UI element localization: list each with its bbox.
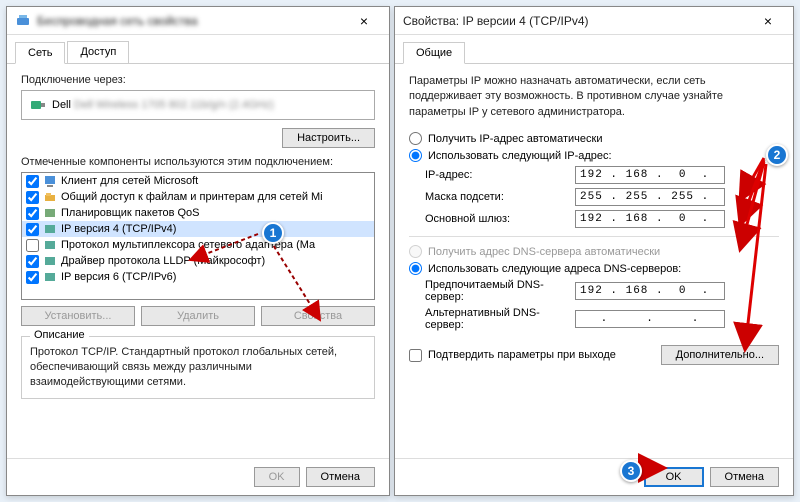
window-title-left: Беспроводная сеть свойства	[37, 14, 347, 28]
share-icon	[43, 190, 57, 204]
connect-through-label: Подключение через:	[21, 74, 375, 86]
component-checkbox[interactable]	[26, 175, 39, 188]
network-properties-window: Беспроводная сеть свойства × Сеть Доступ…	[6, 6, 390, 496]
client-icon	[43, 174, 57, 188]
components-list[interactable]: Клиент для сетей Microsoft Общий доступ …	[21, 172, 375, 300]
mask-label: Маска подсети:	[425, 191, 575, 203]
preferred-dns-field[interactable]	[575, 282, 725, 300]
protocol-icon	[43, 222, 57, 236]
network-adapter-icon	[15, 13, 31, 29]
description-legend: Описание	[30, 329, 89, 341]
install-button[interactable]: Установить...	[21, 306, 135, 326]
tab-access[interactable]: Доступ	[67, 41, 129, 63]
component-checkbox[interactable]	[26, 207, 39, 220]
dns1-label: Предпочитаемый DNS-сервер:	[425, 279, 575, 303]
close-button-right[interactable]: ×	[751, 13, 785, 29]
alternate-dns-field[interactable]	[575, 310, 725, 328]
confirm-on-exit-checkbox[interactable]	[409, 349, 422, 362]
titlebar-left: Беспроводная сеть свойства ×	[7, 7, 389, 35]
confirm-on-exit-label: Подтвердить параметры при выходе	[428, 349, 616, 361]
tabs-right: Общие	[395, 35, 793, 64]
titlebar-right: Свойства: IP версии 4 (TCP/IPv4) ×	[395, 7, 793, 35]
ip-label: IP-адрес:	[425, 169, 575, 181]
radio-auto-dns: Получить адрес DNS-сервера автоматически	[409, 245, 779, 258]
cancel-button-right[interactable]: Отмена	[710, 467, 779, 487]
qos-icon	[43, 206, 57, 220]
tab-network[interactable]: Сеть	[15, 42, 65, 64]
ip-address-field[interactable]	[575, 166, 725, 184]
protocol-icon	[43, 238, 57, 252]
protocol-icon	[43, 254, 57, 268]
cancel-button-left[interactable]: Отмена	[306, 467, 375, 487]
list-item[interactable]: Драйвер протокола LLDP (Майкрософт)	[22, 253, 374, 269]
annotation-badge-1: 1	[262, 222, 284, 244]
tab-general[interactable]: Общие	[403, 42, 465, 64]
advanced-button[interactable]: Дополнительно...	[661, 345, 779, 365]
list-item[interactable]: IP версия 6 (TCP/IPv6)	[22, 269, 374, 285]
component-checkbox[interactable]	[26, 191, 39, 204]
list-item[interactable]: Протокол мультиплексора сетевого адаптер…	[22, 237, 374, 253]
subnet-mask-field[interactable]	[575, 188, 725, 206]
close-button-left[interactable]: ×	[347, 13, 381, 29]
info-text: Параметры IP можно назначать автоматичес…	[409, 74, 779, 120]
remove-button[interactable]: Удалить	[141, 306, 255, 326]
component-checkbox[interactable]	[26, 255, 39, 268]
ok-button-right[interactable]: OK	[644, 467, 704, 487]
window-title-right: Свойства: IP версии 4 (TCP/IPv4)	[403, 14, 751, 28]
radio-manual-dns[interactable]: Использовать следующие адреса DNS-сервер…	[409, 262, 779, 275]
dns2-label: Альтернативный DNS-сервер:	[425, 307, 575, 331]
adapter-icon	[30, 97, 46, 113]
component-checkbox[interactable]	[26, 271, 39, 284]
description-group: Описание Протокол TCP/IP. Стандартный пр…	[21, 336, 375, 399]
components-label: Отмеченные компоненты используются этим …	[21, 156, 375, 168]
gateway-field[interactable]	[575, 210, 725, 228]
list-item[interactable]: Общий доступ к файлам и принтерам для се…	[22, 189, 374, 205]
tabs-left: Сеть Доступ	[7, 35, 389, 64]
radio-manual-ip[interactable]: Использовать следующий IP-адрес:	[409, 149, 779, 162]
radio-manual-ip-input[interactable]	[409, 149, 422, 162]
list-item[interactable]: Клиент для сетей Microsoft	[22, 173, 374, 189]
configure-button[interactable]: Настроить...	[282, 128, 375, 148]
radio-auto-ip[interactable]: Получить IP-адрес автоматически	[409, 132, 779, 145]
ok-button-left[interactable]: OK	[254, 467, 300, 487]
list-item-ipv4[interactable]: IP версия 4 (TCP/IPv4)	[22, 221, 374, 237]
component-checkbox[interactable]	[26, 239, 39, 252]
protocol-icon	[43, 270, 57, 284]
radio-auto-dns-input	[409, 245, 422, 258]
adapter-name: Dell Dell Wireless 1705 802.11b/g/n (2.4…	[52, 99, 274, 111]
description-text: Протокол TCP/IP. Стандартный протокол гл…	[30, 345, 366, 390]
annotation-badge-2: 2	[766, 144, 788, 166]
radio-manual-dns-input[interactable]	[409, 262, 422, 275]
annotation-badge-3: 3	[620, 460, 642, 482]
adapter-box: Dell Dell Wireless 1705 802.11b/g/n (2.4…	[21, 90, 375, 120]
ipv4-properties-window: Свойства: IP версии 4 (TCP/IPv4) × Общие…	[394, 6, 794, 496]
properties-button[interactable]: Свойства	[261, 306, 375, 326]
radio-auto-ip-input[interactable]	[409, 132, 422, 145]
list-item[interactable]: Планировщик пакетов QoS	[22, 205, 374, 221]
component-checkbox[interactable]	[26, 223, 39, 236]
gateway-label: Основной шлюз:	[425, 213, 575, 225]
